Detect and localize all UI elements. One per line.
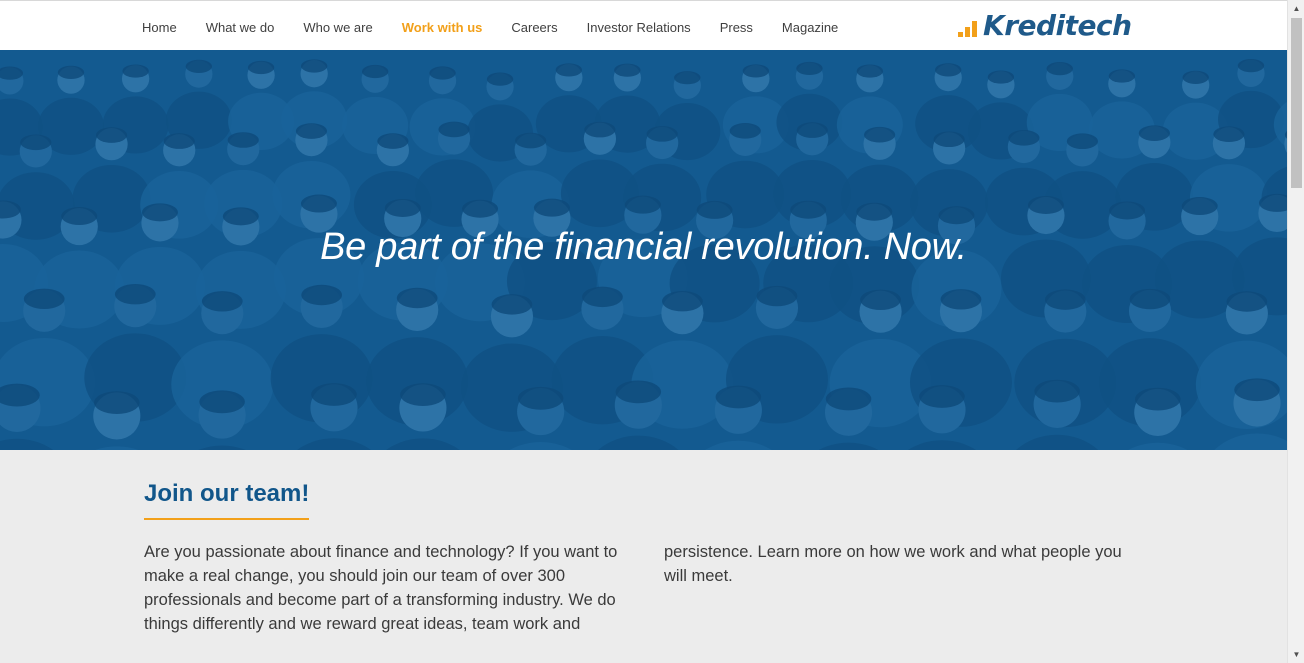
nav-item-work-with-us[interactable]: Work with us	[402, 20, 483, 35]
scroll-up-arrow-icon[interactable]: ▲	[1288, 0, 1304, 17]
nav-item-careers[interactable]: Careers	[511, 20, 557, 35]
join-team-section: Join our team! Are you passionate about …	[0, 450, 1287, 663]
header: Home What we do Who we are Work with us …	[0, 0, 1287, 50]
nav-item-investor-relations[interactable]: Investor Relations	[587, 20, 691, 35]
nav-item-what-we-do[interactable]: What we do	[206, 20, 275, 35]
hero-title: Be part of the financial revolution. Now…	[320, 226, 967, 268]
scroll-down-arrow-icon[interactable]: ▼	[1288, 646, 1304, 663]
nav-item-home[interactable]: Home	[142, 20, 177, 35]
section-title: Join our team!	[144, 480, 310, 520]
kreditech-logo[interactable]: Kreditech	[958, 9, 1132, 43]
nav-item-press[interactable]: Press	[720, 20, 753, 35]
page: Home What we do Who we are Work with us …	[0, 0, 1287, 663]
main-nav: Home What we do Who we are Work with us …	[142, 20, 867, 35]
nav-item-who-we-are[interactable]: Who we are	[303, 20, 372, 35]
signal-bars-icon	[958, 19, 979, 37]
nav-item-magazine[interactable]: Magazine	[782, 20, 838, 35]
vertical-scrollbar[interactable]: ▲ ▼	[1287, 0, 1304, 663]
section-text-right: persistence. Learn more on how we work a…	[664, 543, 1122, 585]
hero-banner: Be part of the financial revolution. Now…	[0, 50, 1287, 450]
logo-text: Kreditech	[983, 9, 1132, 42]
section-text-left: Are you passionate about finance and tec…	[144, 543, 618, 633]
scrollbar-thumb[interactable]	[1291, 18, 1302, 188]
